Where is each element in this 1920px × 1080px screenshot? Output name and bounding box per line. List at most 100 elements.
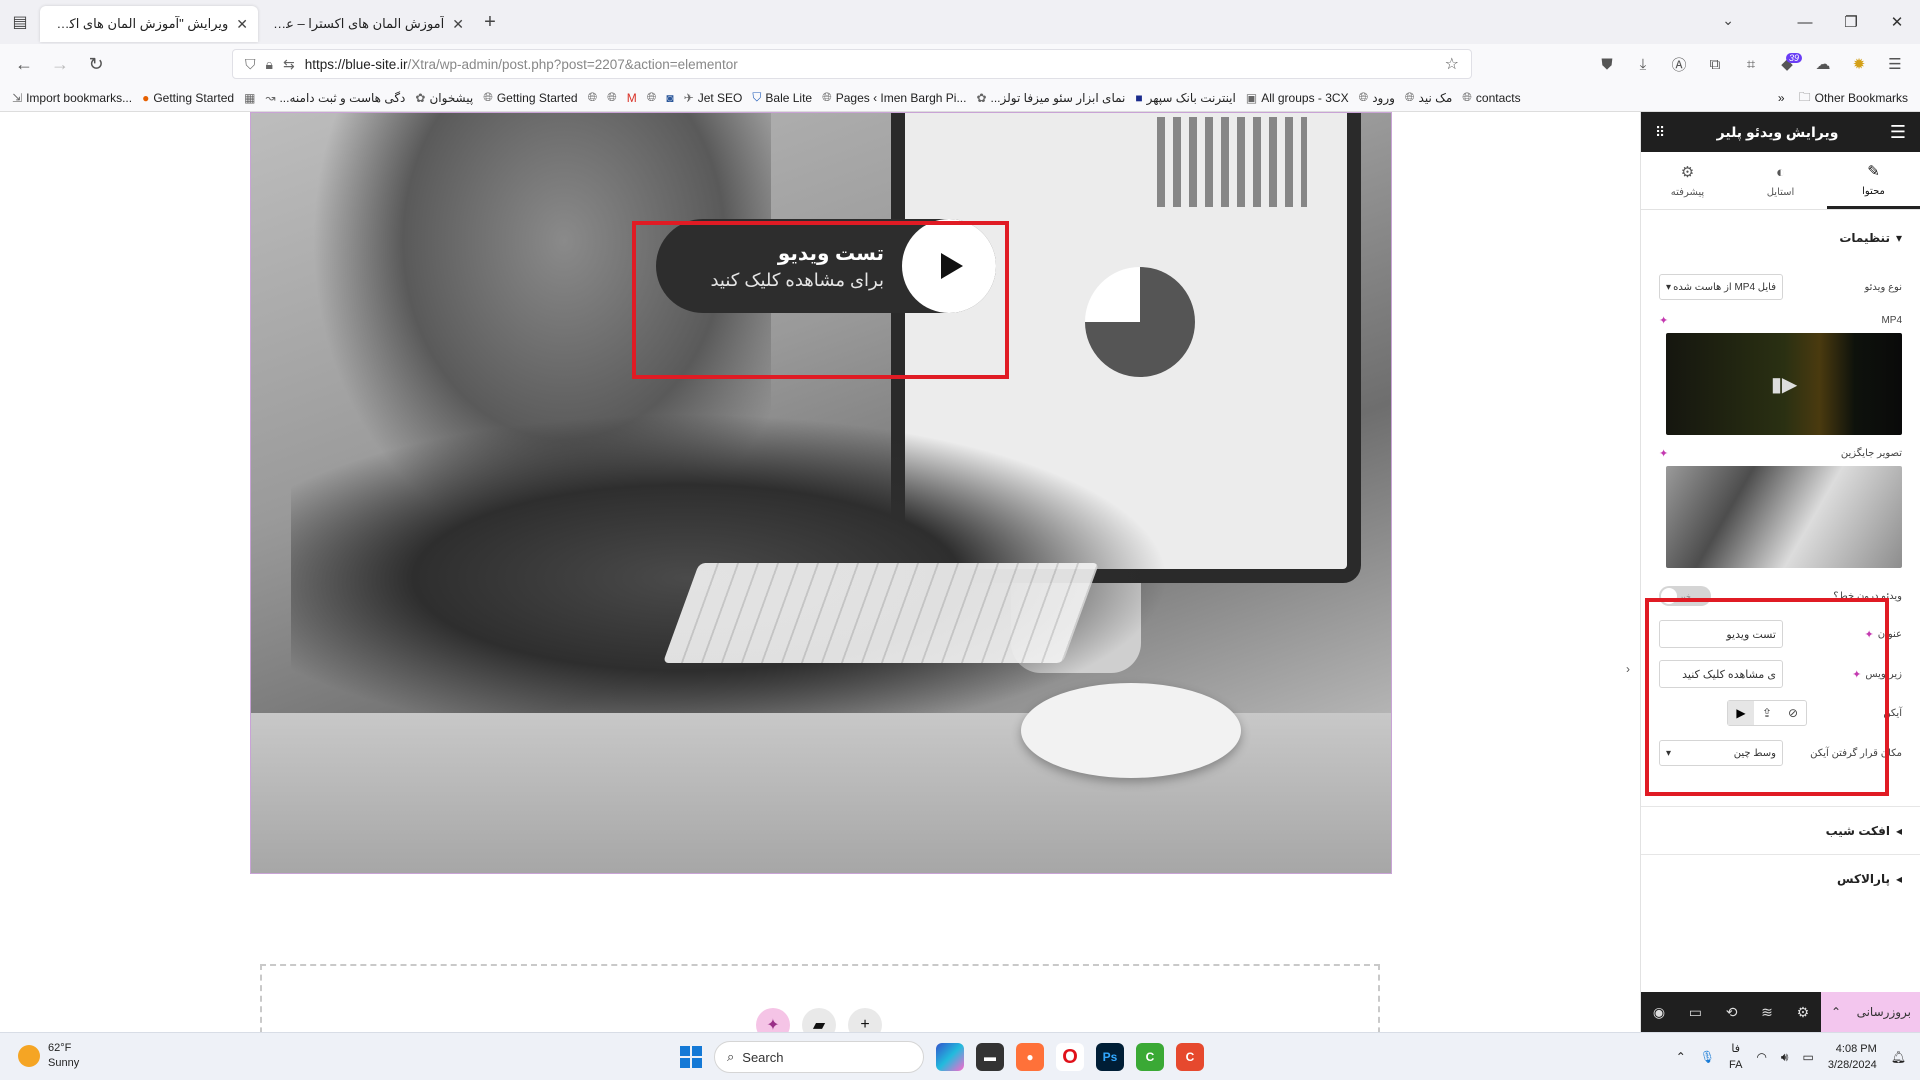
widgets-grid-icon[interactable]: ⠿ [1655, 124, 1665, 141]
bookmark-item[interactable]: ▦ [244, 91, 255, 105]
bookmark-import[interactable]: ⇲ Import bookmarks... [12, 91, 132, 105]
account-icon[interactable]: Ⓐ [1662, 54, 1696, 75]
browser-tab-active[interactable]: ویرایش "آموزش المان های اکسترا – علا ✕ [40, 6, 258, 42]
bank-icon: ■ [1135, 90, 1143, 105]
bookmark-word[interactable]: ◙ [666, 91, 673, 105]
camtasia-red-icon[interactable]: C [1176, 1043, 1204, 1071]
browser-tab[interactable]: آموزش المان های اکسترا – علاءالدین ✕ [258, 6, 474, 42]
extension-badge-icon[interactable]: ◆ 39 [1770, 53, 1804, 73]
video-type-select[interactable]: فایل MP4 از هاست شده ▾ [1659, 274, 1783, 300]
bookmarks-overflow-icon[interactable]: » [1778, 91, 1785, 105]
reload-icon[interactable]: ↻ [78, 54, 114, 75]
file-explorer-icon[interactable]: ▬ [976, 1043, 1004, 1071]
ai-sparkle-icon[interactable]: ✦ [1659, 314, 1668, 327]
photoshop-icon[interactable]: Ps [1096, 1043, 1124, 1071]
addon-icon[interactable]: ✹ [1842, 55, 1876, 73]
parallax-section-toggle[interactable]: ◂ پارالاکس [1641, 854, 1920, 902]
extensions-icon[interactable]: ⧉ [1698, 56, 1732, 73]
menu-icon[interactable]: ☰ [1878, 55, 1912, 73]
shield-icon[interactable]: ⛉ [245, 56, 256, 73]
bookmark-globe[interactable]: 🌐︎ [588, 90, 598, 105]
taskbar-search[interactable]: ⌕ Search [714, 1041, 924, 1073]
battery-icon[interactable]: ▭ [1802, 1050, 1813, 1064]
address-bar[interactable]: ⛉ 🔒︎ ⇆ https://blue-site.ir/Xtra/wp-admi… [232, 49, 1472, 79]
back-icon[interactable]: ← [6, 54, 42, 75]
placeholder-image-thumbnail[interactable] [1666, 466, 1902, 568]
lock-icon[interactable]: 🔒︎ [266, 56, 273, 73]
volume-icon[interactable]: 🔊︎ [1781, 1050, 1789, 1065]
gmail-icon: M [626, 90, 637, 105]
downloads-icon[interactable]: ⤓ [1626, 56, 1660, 73]
navigator-layers-icon[interactable]: ≋ [1761, 1004, 1773, 1021]
minimize-icon[interactable]: — [1782, 14, 1828, 31]
bookmark-globe[interactable]: 🌐︎ [647, 90, 657, 105]
bookmark-pages[interactable]: 🌐︎ Pages ‹ Imen Bargh Pi... [822, 90, 966, 105]
bookmark-3cx[interactable]: ▣ All groups - 3CX [1246, 91, 1349, 105]
opera-icon[interactable]: O [1056, 1043, 1084, 1071]
wifi-icon[interactable]: ◠ [1756, 1050, 1766, 1064]
bookmark-jet-seo[interactable]: ✈ Jet SEO [684, 91, 743, 105]
update-button[interactable]: ⌃ بروزرسانی [1821, 992, 1920, 1032]
forward-icon[interactable]: → [42, 54, 78, 75]
bookmark-gmail[interactable]: M [627, 91, 637, 105]
pocket-icon[interactable]: ⛊ [1590, 56, 1624, 73]
bookmark-star-icon[interactable]: ☆ [1445, 54, 1459, 74]
other-bookmarks[interactable]: 🗀 Other Bookmarks [1799, 88, 1908, 109]
update-options-chevron-icon[interactable]: ⌃ [1831, 1005, 1841, 1019]
permissions-icon[interactable]: ⇆ [283, 56, 295, 73]
responsive-mode-icon[interactable]: ▭ [1689, 1004, 1702, 1021]
history-icon[interactable]: ⟲ [1726, 1004, 1738, 1021]
bookmark-hosting[interactable]: ↝ ...دگی هاست و ثبت دامنه [265, 91, 405, 105]
add-section-plus-icon[interactable]: + [848, 1008, 882, 1032]
mp4-video-thumbnail[interactable]: ▶︎▮ [1666, 333, 1902, 435]
bookmark-dashboard[interactable]: ✿ پیشخوان [415, 91, 473, 105]
url-text[interactable]: https://blue-site.ir/Xtra/wp-admin/post.… [305, 57, 738, 72]
bookmark-getting-started[interactable]: ● Getting Started [142, 91, 234, 105]
tab-overflow-chevron-icon[interactable]: ⌄ [1722, 12, 1734, 29]
windows-start-icon[interactable] [680, 1046, 702, 1068]
rocket-icon: ✈ [683, 90, 694, 105]
vpn-icon[interactable]: ☁ [1806, 55, 1840, 73]
language-indicator[interactable]: فا FA [1729, 1041, 1742, 1073]
ai-sparkle-icon[interactable]: ✦ [1659, 447, 1668, 460]
notifications-bell-icon[interactable]: 🔔︎ [1891, 1050, 1906, 1064]
bookmark-sepah-bank[interactable]: ■ اینترنت بانک سپهر [1135, 91, 1235, 105]
bookmark-bale-lite[interactable]: ⛉ Bale Lite [752, 90, 812, 105]
bookmark-getting-started-2[interactable]: 🌐︎ Getting Started [483, 90, 577, 105]
restore-icon[interactable]: ❐ [1828, 13, 1874, 31]
clock[interactable]: 4:08 PM 3/28/2024 [1828, 1041, 1877, 1073]
settings-gear-icon[interactable]: ⚙ [1797, 1004, 1810, 1021]
template-folder-icon[interactable]: ▰ [802, 1008, 836, 1032]
tray-overflow-icon[interactable]: ⌃ [1676, 1050, 1686, 1064]
globe-icon: 🌐︎ [1404, 90, 1415, 104]
bookmark-contacts[interactable]: 🌐︎ contacts [1462, 90, 1520, 105]
settings-section-toggle[interactable]: ▾ تنظیمات [1641, 216, 1920, 260]
video-type-label: نوع ویدئو [1864, 281, 1902, 293]
firefox-icon[interactable]: ● [1016, 1043, 1044, 1071]
browser-tab-bar: ▤ ویرایش "آموزش المان های اکسترا – علا ✕… [0, 0, 1920, 44]
new-tab-button[interactable]: + [474, 11, 506, 34]
bookmark-maknid[interactable]: 🌐︎ مک نید [1405, 90, 1452, 105]
tab-close-icon[interactable]: ✕ [236, 16, 248, 33]
bookmark-seo-tools[interactable]: ✿ ...نمای ابزار سئو میزفا تولز [976, 91, 1125, 105]
ai-sparkle-icon[interactable]: ✦ [756, 1008, 790, 1032]
camtasia-green-icon[interactable]: C [1136, 1043, 1164, 1071]
weather-widget[interactable]: 62°F Sunny [18, 1041, 79, 1071]
close-window-icon[interactable]: ✕ [1874, 13, 1920, 31]
microphone-icon[interactable]: 🎙︎ [1700, 1050, 1715, 1064]
tilt-effect-section-toggle[interactable]: ◂ افکت شیب [1641, 806, 1920, 854]
bookmark-login[interactable]: 🌐︎ ورود [1359, 90, 1395, 105]
collapse-panel-chevron-icon[interactable]: › [1626, 662, 1630, 676]
tab-close-icon[interactable]: ✕ [452, 16, 464, 33]
calendar-icon: ▦ [244, 90, 256, 105]
pencil-icon: ✎ [1867, 162, 1880, 180]
bookmark-globe[interactable]: 🌐︎ [607, 90, 617, 105]
tab-style[interactable]: ◐ استایل [1734, 152, 1827, 209]
preview-eye-icon[interactable]: ◉ [1653, 1004, 1665, 1021]
hamburger-menu-icon[interactable]: ☰ [1890, 122, 1906, 143]
tab-advanced[interactable]: ⚙ پیشرفته [1641, 152, 1734, 209]
tab-list-icon[interactable]: ▤ [0, 0, 40, 44]
copilot-icon[interactable] [936, 1043, 964, 1071]
crop-icon[interactable]: ⌗ [1734, 56, 1768, 73]
tab-content[interactable]: ✎ محتوا [1827, 152, 1920, 209]
